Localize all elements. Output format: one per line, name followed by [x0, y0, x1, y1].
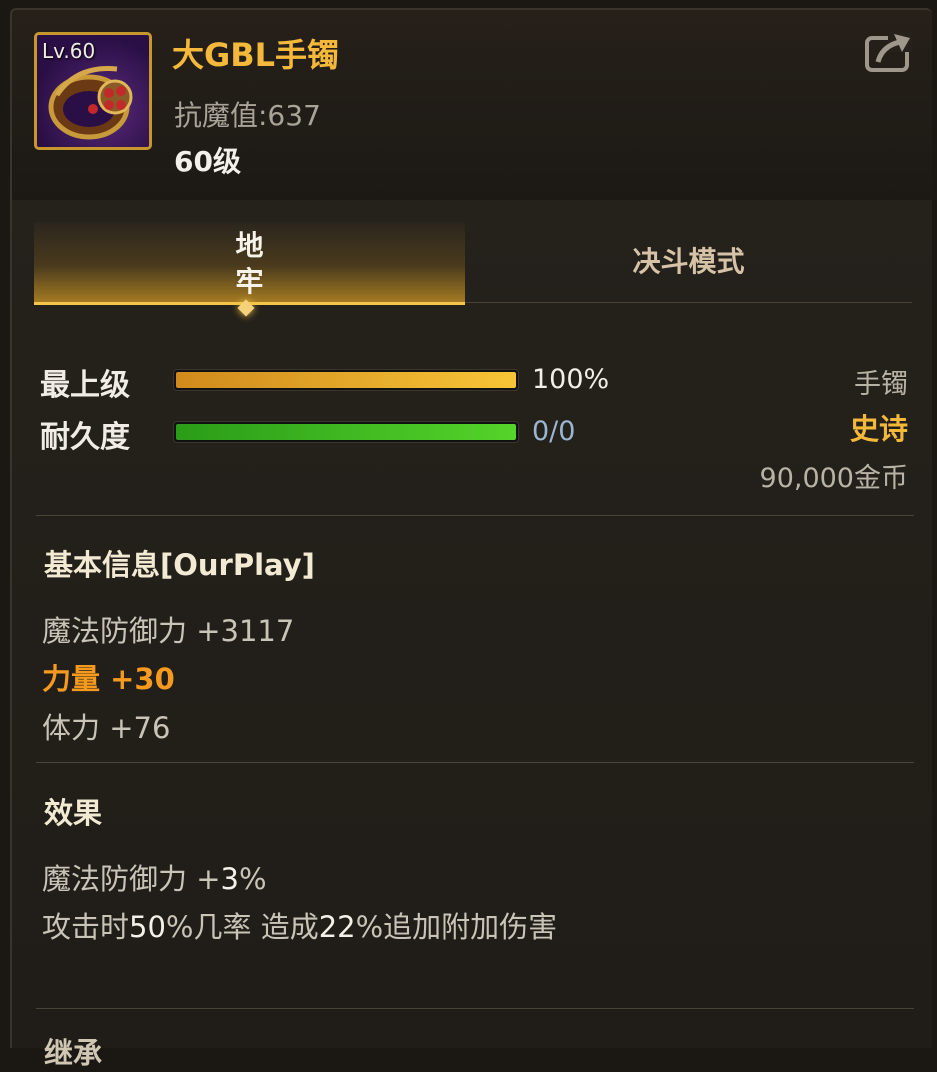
item-type: 手镯 — [854, 369, 908, 400]
grade-label: 最上级 — [40, 368, 130, 403]
effects-title: 效果 — [44, 796, 103, 830]
mode-tabs: 地牢 决斗模式 — [34, 222, 912, 317]
effect-line-extra-damage: 攻击时50%几率 造成22%追加附加伤害 — [42, 904, 557, 946]
item-tooltip-panel: Lv.60 大GBL手镯 抗魔值:637 60级 地牢 决斗模式 最上级 100… — [10, 8, 932, 1070]
durability-value: 0/0 — [532, 416, 576, 447]
effect-1-prefix: 魔法防御力 + — [42, 862, 221, 896]
durability-label: 耐久度 — [40, 420, 130, 455]
item-price: 90,000金币 — [759, 463, 908, 494]
divider — [36, 515, 914, 516]
effect-2-a: 攻击时 — [42, 910, 130, 944]
item-name: 大GBL手镯 — [172, 36, 340, 74]
item-icon-bracelet[interactable]: Lv.60 — [34, 32, 152, 150]
next-section-title: 继承 — [44, 1036, 103, 1070]
tab-pvp-mode[interactable]: 决斗模式 — [465, 222, 912, 303]
divider — [36, 762, 914, 763]
grade-bar-fill — [176, 372, 516, 388]
basic-info-title: 基本信息[OurPlay] — [44, 548, 315, 582]
item-rarity: 史诗 — [849, 412, 908, 446]
tab-dungeon[interactable]: 地牢 — [34, 222, 465, 305]
item-magic-resist: 抗魔值:637 — [174, 99, 321, 132]
attr-magic-defense: 魔法防御力 +3117 — [42, 614, 295, 648]
attr-stamina: 体力 +76 — [42, 711, 171, 745]
attr-strength: 力量 +30 — [42, 662, 175, 696]
share-arrow-icon[interactable] — [864, 30, 914, 74]
grade-bar — [174, 370, 518, 390]
tab-dungeon-label: 地牢 — [235, 229, 264, 298]
divider — [36, 1008, 914, 1009]
effect-2-damage: 22 — [318, 910, 356, 944]
effect-1-value: 3 — [220, 862, 239, 896]
grade-value: 100% — [532, 364, 610, 395]
effect-2-c: %几率 造成 — [165, 910, 319, 944]
item-level-requirement: 60级 — [174, 145, 241, 178]
tab-pvp-label: 决斗模式 — [632, 245, 745, 278]
durability-bar-fill — [176, 424, 516, 440]
item-level-badge: Lv.60 — [42, 39, 96, 63]
effect-2-e: %追加附加伤害 — [355, 910, 558, 944]
durability-bar — [174, 422, 518, 442]
effect-line-magic-defense: 魔法防御力 +3% — [42, 856, 267, 898]
effect-1-suffix: % — [238, 862, 267, 896]
effect-2-chance: 50 — [129, 910, 166, 944]
